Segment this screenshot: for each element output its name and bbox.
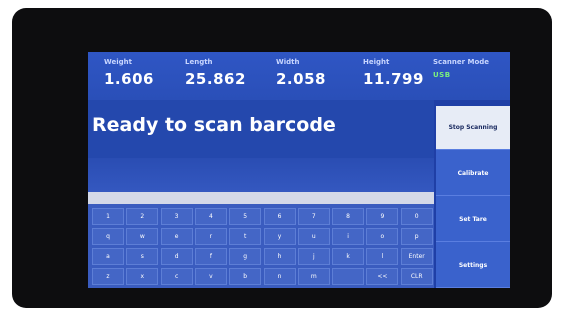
display-band	[88, 158, 434, 192]
weight-metric: Weight 1.606	[104, 58, 154, 88]
keyboard-key[interactable]	[332, 268, 365, 285]
status-area: Ready to scan barcode	[88, 100, 434, 158]
scanner-mode-label: Scanner Mode	[433, 58, 490, 66]
keyboard-key[interactable]: a	[92, 248, 124, 265]
keyboard-key[interactable]: z	[92, 268, 124, 285]
width-label: Width	[276, 58, 300, 66]
keyboard-key[interactable]: 8	[332, 208, 365, 225]
keyboard-key[interactable]: m	[297, 268, 330, 285]
keyboard-key[interactable]: e	[160, 228, 193, 245]
stop-scanning-button[interactable]: Stop Scanning	[436, 106, 510, 150]
height-metric: Height 11.799	[363, 58, 424, 88]
length-value: 25.862	[185, 70, 246, 88]
scanner-mode-value: USB	[433, 71, 451, 79]
keyboard-key[interactable]: k	[332, 248, 365, 265]
length-metric: Length 25.862	[185, 58, 246, 88]
keyboard-key[interactable]: h	[263, 248, 296, 265]
length-label: Length	[185, 58, 213, 66]
keyboard-key[interactable]: q	[92, 228, 124, 245]
height-label: Height	[363, 58, 390, 66]
status-message: Ready to scan barcode	[92, 114, 336, 136]
keyboard-key[interactable]: u	[297, 228, 330, 245]
keyboard-key[interactable]: 1	[92, 208, 124, 225]
touch-screen: Weight 1.606 Length 25.862 Width 2.058 H…	[88, 52, 510, 288]
set-tare-button[interactable]: Set Tare	[436, 198, 510, 242]
scanner-mode: Scanner Mode USB	[433, 58, 489, 79]
keyboard-key[interactable]: l	[366, 248, 399, 265]
tablet-device: Weight 1.606 Length 25.862 Width 2.058 H…	[12, 8, 552, 308]
keyboard-key[interactable]: w	[126, 228, 159, 245]
keyboard-key[interactable]: d	[160, 248, 193, 265]
keyboard-key[interactable]: n	[263, 268, 296, 285]
keyboard-key[interactable]: p	[400, 228, 433, 245]
keyboard-key[interactable]: 7	[297, 208, 330, 225]
keyboard-key[interactable]: 5	[229, 208, 262, 225]
keyboard-key[interactable]: o	[366, 228, 399, 245]
keyboard-key[interactable]: 9	[366, 208, 399, 225]
keyboard-key[interactable]: <<	[366, 268, 399, 285]
keyboard-key[interactable]: 2	[126, 208, 159, 225]
keyboard-key[interactable]: x	[126, 268, 159, 285]
keyboard-key[interactable]: s	[126, 248, 159, 265]
height-value: 11.799	[363, 70, 424, 88]
width-value: 2.058	[276, 70, 326, 88]
calibrate-button[interactable]: Calibrate	[436, 152, 510, 196]
keyboard-key[interactable]: 4	[194, 208, 227, 225]
keyboard-key[interactable]: 0	[400, 208, 433, 225]
keyboard-key[interactable]: v	[194, 268, 227, 285]
keyboard-key[interactable]: j	[297, 248, 330, 265]
keyboard-key[interactable]: 6	[263, 208, 296, 225]
keyboard-key[interactable]: r	[194, 228, 227, 245]
keyboard-key[interactable]: g	[229, 248, 262, 265]
on-screen-keyboard: 1 2 3 4 5 6 7 8 9 0 q w e r t y u i o p a s d f g h j k l Enter z x c v b n…	[88, 204, 434, 288]
barcode-input-field[interactable]	[88, 192, 434, 204]
keyboard-key[interactable]: 3	[160, 208, 193, 225]
settings-button[interactable]: Settings	[436, 244, 510, 288]
metrics-bar: Weight 1.606 Length 25.862 Width 2.058 H…	[88, 52, 510, 100]
side-button-panel: Stop Scanning Calibrate Set Tare Setting…	[436, 106, 510, 288]
keyboard-key[interactable]: b	[229, 268, 262, 285]
keyboard-key[interactable]: y	[263, 228, 296, 245]
keyboard-key[interactable]: Enter	[400, 248, 433, 265]
width-metric: Width 2.058	[276, 58, 326, 88]
weight-label: Weight	[104, 58, 132, 66]
keyboard-key[interactable]: c	[160, 268, 193, 285]
keyboard-key[interactable]: CLR	[400, 268, 433, 285]
weight-value: 1.606	[104, 70, 154, 88]
keyboard-key[interactable]: t	[229, 228, 262, 245]
keyboard-key[interactable]: i	[332, 228, 365, 245]
keyboard-key[interactable]: f	[194, 248, 227, 265]
